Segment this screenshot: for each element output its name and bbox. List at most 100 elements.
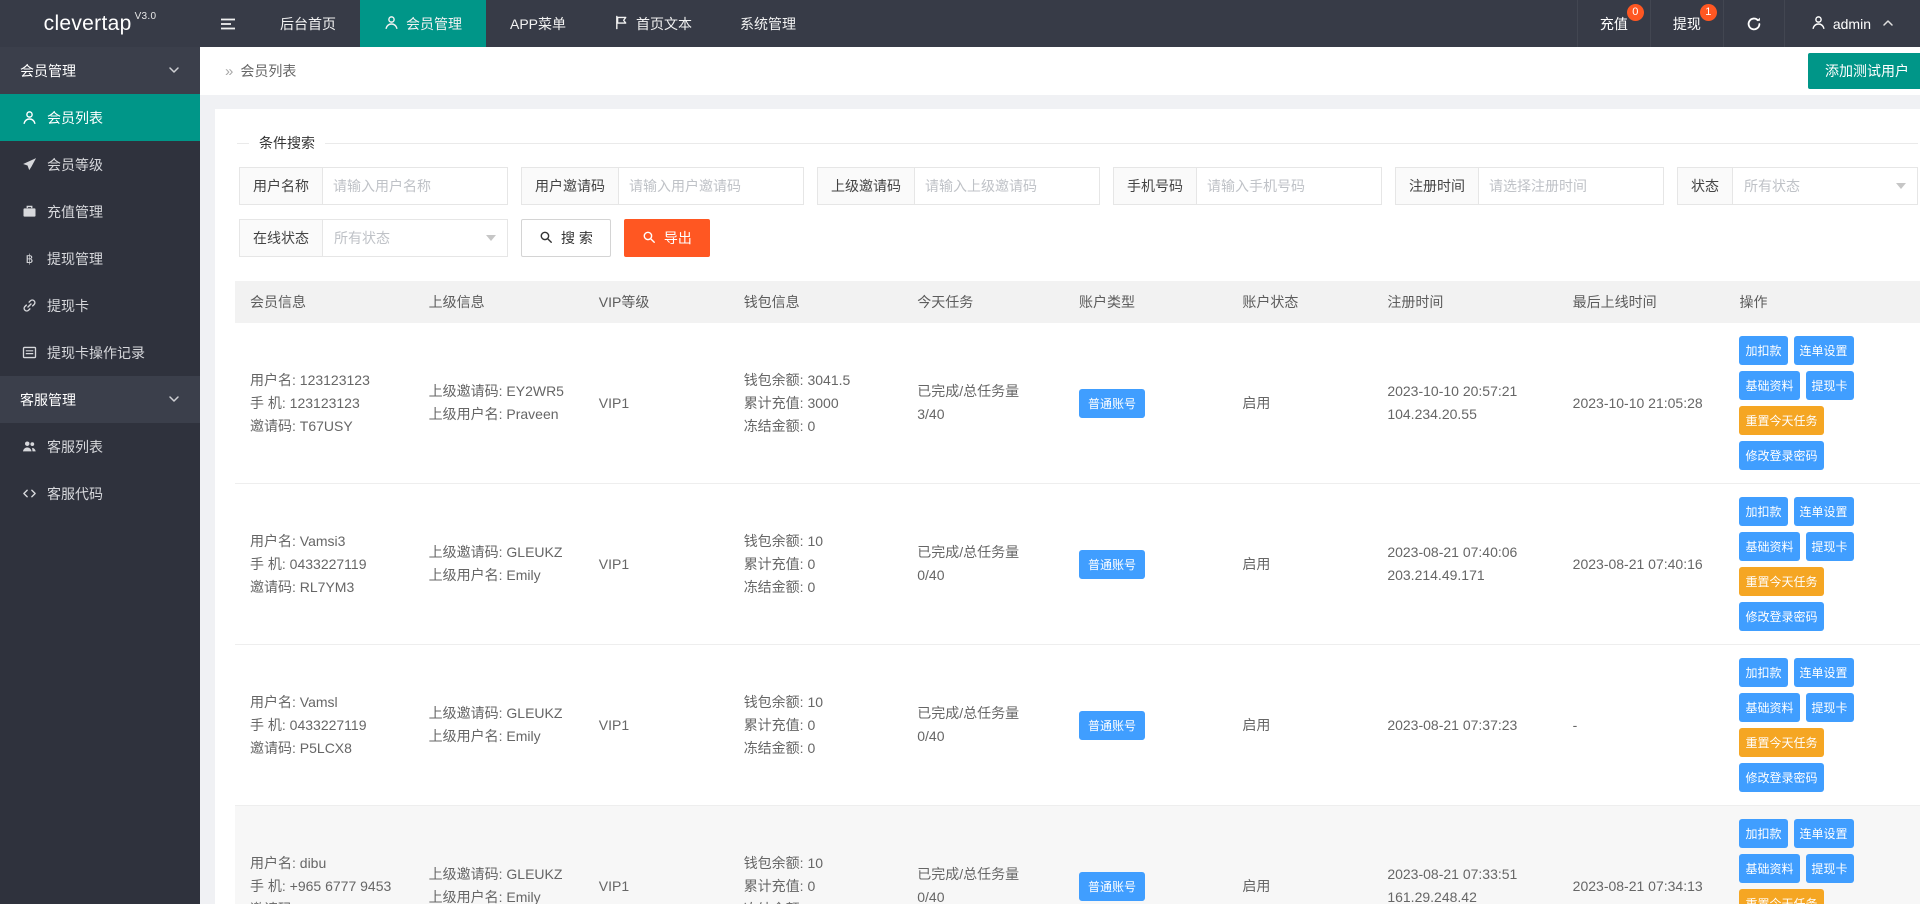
text-line: 冻结金额: 0 xyxy=(744,576,888,599)
withdraw-card-button[interactable]: 提现卡 xyxy=(1806,854,1854,883)
app-logo[interactable]: clevertap V3.0 xyxy=(0,0,200,47)
sidebar-item-recharge-management[interactable]: 充值管理 xyxy=(0,188,200,235)
sidebar-item-label: 客服列表 xyxy=(47,437,103,457)
text-line: 上级用户名: Emily xyxy=(429,725,569,748)
vip-level-cell: VIP1 xyxy=(584,323,729,484)
content-card: 条件搜索 用户名称用户邀请码上级邀请码手机号码注册时间状态所有状态 在线状态所有… xyxy=(215,109,1920,904)
select-value: 所有状态 xyxy=(1744,176,1800,196)
search-field-parent-invite-code-field: 上级邀请码 xyxy=(817,167,1100,205)
withdraw-card-button[interactable]: 提现卡 xyxy=(1806,532,1854,561)
member-info-cell: 用户名: 123123123手 机: 123123123邀请码: T67USY xyxy=(250,369,399,438)
column-header: 今天任务 xyxy=(902,281,1064,323)
sidebar-item-service-list[interactable]: 客服列表 xyxy=(0,423,200,470)
user-menu[interactable]: admin xyxy=(1784,0,1920,47)
sidebar-group-member-management[interactable]: 会员管理 xyxy=(0,47,200,94)
text-line: 104.234.20.55 xyxy=(1387,403,1542,426)
combo-order-settings-button[interactable]: 连单设置 xyxy=(1794,819,1854,848)
combo-order-settings-button[interactable]: 连单设置 xyxy=(1794,658,1854,687)
text-line: 钱包余额: 3041.5 xyxy=(744,369,888,392)
text-line: 已完成/总任务量 xyxy=(917,702,1049,725)
adjust-balance-button[interactable]: 加扣款 xyxy=(1739,336,1787,365)
column-header: 账户状态 xyxy=(1227,281,1372,323)
member-info-cell: 用户名: Vamsi3手 机: 0433227119邀请码: RL7YM3 xyxy=(250,530,399,599)
username-field[interactable] xyxy=(322,167,508,205)
topbar-right: 充值0提现1 admin xyxy=(1577,0,1920,47)
user-name: admin xyxy=(1833,16,1871,32)
change-password-button[interactable]: 修改登录密码 xyxy=(1739,602,1823,631)
parent-info-cell: 上级邀请码: GLEUKZ上级用户名: Emily xyxy=(429,702,569,748)
nav-item-app-menu[interactable]: APP菜单 xyxy=(486,0,590,47)
adjust-balance-button[interactable]: 加扣款 xyxy=(1739,658,1787,687)
reset-today-tasks-button[interactable]: 重置今天任务 xyxy=(1739,406,1823,435)
export-button[interactable]: 导出 xyxy=(624,219,710,257)
basic-info-button[interactable]: 基础资料 xyxy=(1739,854,1799,883)
basic-info-button[interactable]: 基础资料 xyxy=(1739,693,1799,722)
sidebar-item-withdraw-card-log[interactable]: 提现卡操作记录 xyxy=(0,329,200,376)
parent-invite-code-field[interactable] xyxy=(914,167,1100,205)
sidebar-item-withdraw-management[interactable]: ฿提现管理 xyxy=(0,235,200,282)
status-select[interactable]: 所有状态 xyxy=(1732,167,1918,205)
breadcrumb-separator-icon: » xyxy=(225,63,231,80)
nav-item-member-management[interactable]: 会员管理 xyxy=(360,0,486,47)
table-row[interactable]: 用户名: Vamsl手 机: 0433227119邀请码: P5LCX8 上级邀请… xyxy=(235,645,1920,806)
online-status-select[interactable]: 所有状态 xyxy=(322,219,508,257)
text-line: 累计充值: 0 xyxy=(744,875,888,898)
parent-info-cell: 上级邀请码: EY2WR5上级用户名: Praveen xyxy=(429,380,569,426)
nav-item-home-text[interactable]: 首页文本 xyxy=(590,0,716,47)
change-password-button[interactable]: 修改登录密码 xyxy=(1739,441,1823,470)
text-line: 0/40 xyxy=(917,886,1049,904)
quick-link-withdraw[interactable]: 提现1 xyxy=(1650,0,1723,47)
combo-order-settings-button[interactable]: 连单设置 xyxy=(1794,497,1854,526)
adjust-balance-button[interactable]: 加扣款 xyxy=(1739,819,1787,848)
sidebar-item-label: 会员列表 xyxy=(47,108,103,128)
table-row[interactable]: 用户名: Vamsi3手 机: 0433227119邀请码: RL7YM3上级邀… xyxy=(235,484,1920,645)
user-invite-code-field[interactable] xyxy=(618,167,804,205)
sidebar-group-service-management[interactable]: 客服管理 xyxy=(0,376,200,423)
table-row[interactable]: 用户名: dibu手 机: +965 6777 9453邀请码: NC2HEG上… xyxy=(235,806,1920,904)
text-line: 累计充值: 3000 xyxy=(744,392,888,415)
combo-order-settings-button[interactable]: 连单设置 xyxy=(1794,336,1854,365)
reset-today-tasks-button[interactable]: 重置今天任务 xyxy=(1739,567,1823,596)
search-field-phone-field: 手机号码 xyxy=(1113,167,1382,205)
sidebar-toggle-icon[interactable] xyxy=(200,0,256,47)
nav-item-dashboard[interactable]: 后台首页 xyxy=(256,0,360,47)
code-icon xyxy=(21,486,37,501)
user-icon xyxy=(21,110,37,125)
search-field-username-field: 用户名称 xyxy=(239,167,508,205)
phone-field[interactable] xyxy=(1196,167,1382,205)
reset-today-tasks-button[interactable]: 重置今天任务 xyxy=(1739,889,1823,904)
refresh-button[interactable] xyxy=(1723,0,1784,47)
withdraw-card-button[interactable]: 提现卡 xyxy=(1806,371,1854,400)
basic-info-button[interactable]: 基础资料 xyxy=(1739,371,1799,400)
list-icon xyxy=(21,345,37,360)
text-line: 2023-10-10 20:57:21 xyxy=(1387,380,1542,403)
withdraw-card-button[interactable]: 提现卡 xyxy=(1806,693,1854,722)
nav-item-system-management[interactable]: 系统管理 xyxy=(716,0,820,47)
user-icon xyxy=(384,15,399,33)
search-button[interactable]: 搜 索 xyxy=(521,219,611,257)
today-task-cell: 已完成/总任务量0/40 xyxy=(917,541,1049,587)
chevron-down-icon xyxy=(168,63,180,79)
sidebar-item-service-code[interactable]: 客服代码 xyxy=(0,470,200,517)
vip-level-cell: VIP1 xyxy=(584,645,729,806)
field-label: 注册时间 xyxy=(1395,167,1479,205)
adjust-balance-button[interactable]: 加扣款 xyxy=(1739,497,1787,526)
text-line: 手 机: +965 6777 9453 xyxy=(250,875,399,898)
add-test-user-button[interactable]: 添加测试用户 xyxy=(1808,53,1920,89)
sidebar-item-label: 提现管理 xyxy=(47,249,103,269)
sidebar-item-label: 客服代码 xyxy=(47,484,103,504)
text-line: 累计充值: 0 xyxy=(744,553,888,576)
plane-icon xyxy=(21,157,37,172)
basic-info-button[interactable]: 基础资料 xyxy=(1739,532,1799,561)
sidebar-item-withdraw-card[interactable]: 提现卡 xyxy=(0,282,200,329)
member-info-cell: 用户名: Vamsl手 机: 0433227119邀请码: P5LCX8 xyxy=(250,691,399,760)
row-actions: 加扣款连单设置基础资料提现卡重置今天任务修改登录密码 xyxy=(1739,497,1905,631)
sidebar-item-member-level[interactable]: 会员等级 xyxy=(0,141,200,188)
reset-today-tasks-button[interactable]: 重置今天任务 xyxy=(1739,728,1823,757)
account-type-badge: 普通账号 xyxy=(1079,550,1145,579)
table-row[interactable]: 用户名: 123123123手 机: 123123123邀请码: T67USY 上… xyxy=(235,323,1920,484)
sidebar-item-member-list[interactable]: 会员列表 xyxy=(0,94,200,141)
register-time-field[interactable] xyxy=(1478,167,1664,205)
quick-link-recharge[interactable]: 充值0 xyxy=(1577,0,1650,47)
change-password-button[interactable]: 修改登录密码 xyxy=(1739,763,1823,792)
